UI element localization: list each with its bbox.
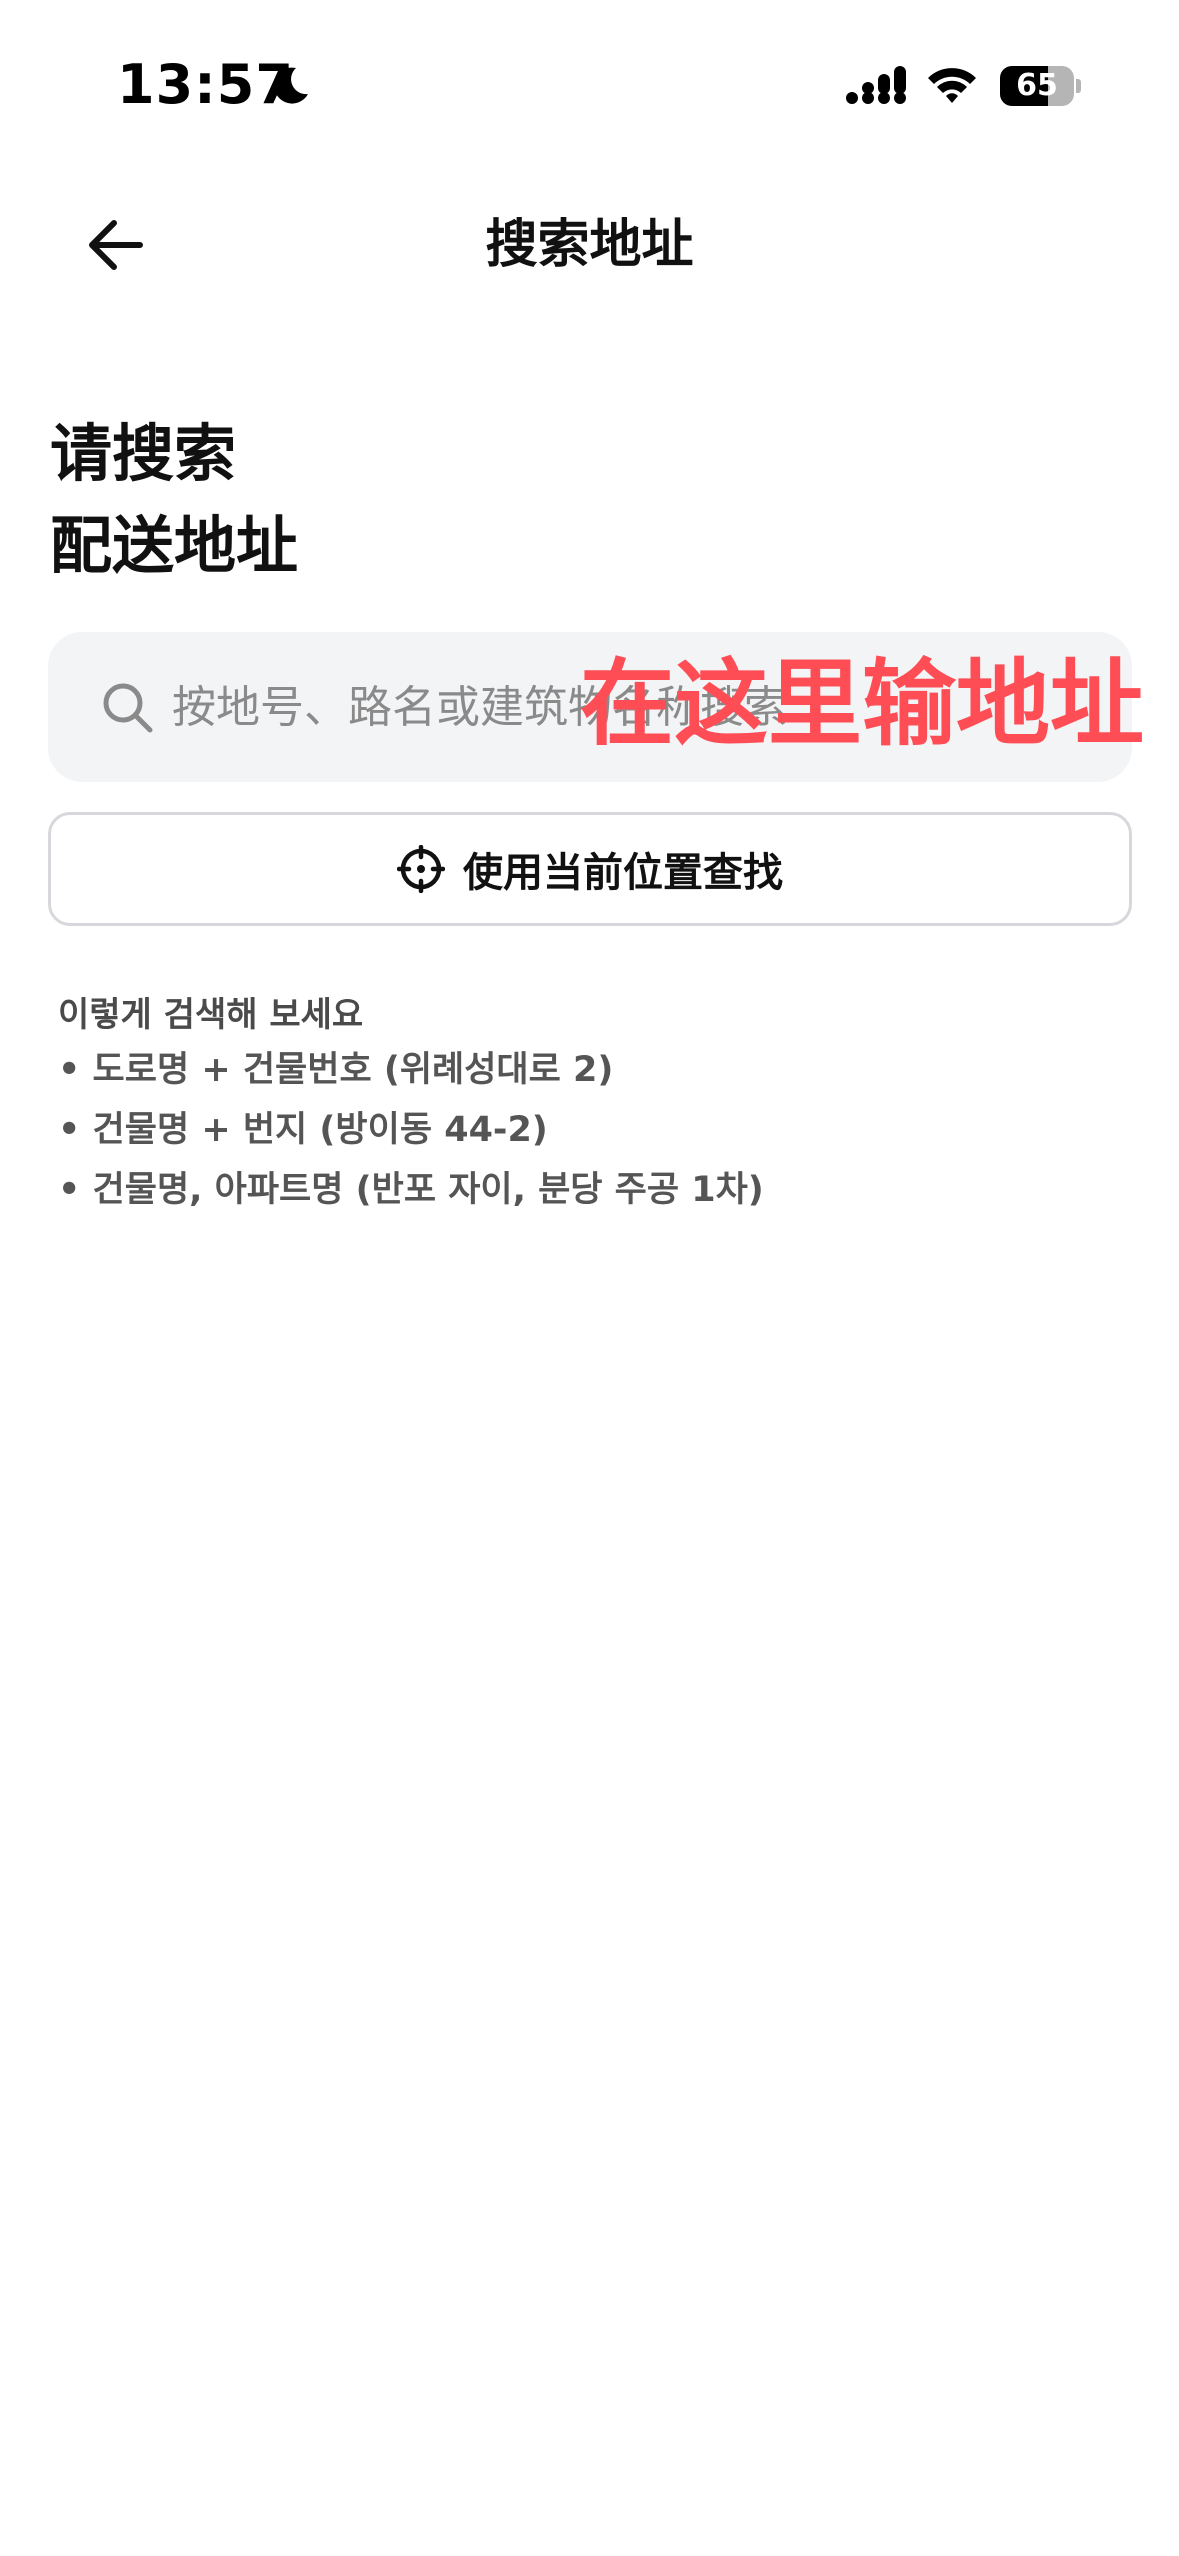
arrow-left-icon	[89, 220, 143, 270]
search-input[interactable]	[172, 662, 1102, 752]
page-title: 搜索地址	[485, 215, 694, 275]
battery-cap	[1076, 79, 1081, 93]
wifi-icon	[928, 68, 976, 103]
search-box[interactable]	[48, 632, 1132, 782]
heading-line-2: 配送地址	[50, 509, 299, 582]
page: 13:57 65 搜索地址 请搜索 配送地址 按地号、路名或建筑物名称搜索 在这…	[0, 0, 1179, 2556]
tip-item: • 건물명 + 번지 (방이동 44-2)	[58, 1110, 548, 1150]
heading-line-1: 请搜索	[50, 417, 237, 490]
back-button[interactable]	[70, 210, 160, 280]
moon-icon	[274, 67, 308, 104]
use-current-location-button[interactable]: 使用当前位置查找	[48, 812, 1132, 926]
tip-item: • 건물명, 아파트명 (반포 자이, 분당 주공 1차)	[58, 1170, 764, 1210]
battery-body: 65	[1000, 66, 1074, 106]
crosshair-icon	[397, 845, 445, 893]
cellular-signal-icon	[846, 66, 906, 104]
search-tips: 이렇게 검색해 보세요 • 도로명 + 건물번호 (위례성대로 2) • 건물명…	[58, 990, 1138, 1220]
battery-indicator: 65	[1000, 66, 1081, 106]
search-icon	[103, 683, 153, 733]
page-heading: 请搜索 配送地址	[50, 408, 750, 592]
battery-level: 65	[1016, 68, 1058, 103]
nav-bar: 搜索地址	[0, 190, 1179, 300]
status-bar: 13:57 65	[0, 0, 1179, 180]
tip-item: • 도로명 + 건물번호 (위례성대로 2)	[58, 1050, 614, 1090]
use-current-location-label: 使用当前位置查找	[463, 850, 783, 896]
tips-title: 이렇게 검색해 보세요	[58, 995, 364, 1035]
